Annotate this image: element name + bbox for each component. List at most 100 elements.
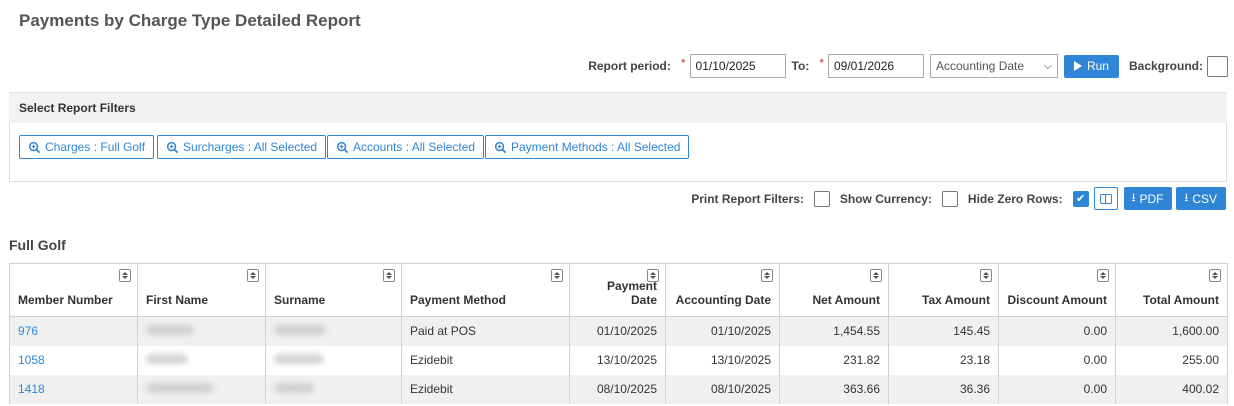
- date-type-select[interactable]: Accounting Date ⌵: [929, 54, 1058, 78]
- col-label: Accounting Date: [675, 293, 771, 307]
- chevron-down-icon: ⌵: [1043, 59, 1052, 72]
- redacted-surname: [274, 325, 326, 336]
- discount-amount-cell: 0.00: [998, 345, 1116, 375]
- filter-surcharges-label: Surcharges : All Selected: [183, 140, 318, 154]
- run-button[interactable]: Run: [1063, 54, 1119, 78]
- show-currency-label: Show Currency:: [839, 191, 932, 206]
- pdf-label: PDF: [1139, 191, 1164, 206]
- payment-method-cell: Ezidebit: [401, 345, 570, 375]
- surname-cell: [265, 374, 402, 404]
- hide-zero-checkbox[interactable]: ✔: [1072, 190, 1089, 207]
- discount-amount-cell: 0.00: [998, 316, 1116, 346]
- download-icon: ⭳: [1131, 192, 1136, 204]
- surname-cell: [265, 345, 402, 375]
- required-marker: *: [819, 56, 824, 70]
- total-amount-cell: 255.00: [1115, 345, 1228, 375]
- net-amount-cell: 1,454.55: [779, 316, 889, 346]
- filter-charges-button[interactable]: Charges : Full Golf: [19, 135, 155, 159]
- sort-icon[interactable]: [551, 269, 563, 282]
- member-number-cell: 1418: [9, 374, 138, 404]
- payment-method-cell: Ezidebit: [401, 374, 570, 404]
- member-link[interactable]: 1418: [18, 382, 45, 396]
- accounting-date-cell: 08/10/2025: [665, 374, 780, 404]
- col-net-amount[interactable]: Net Amount: [779, 263, 889, 317]
- col-payment-date[interactable]: Payment Date: [569, 263, 666, 317]
- redacted-surname: [274, 354, 324, 364]
- payments-table: Member Number First Name Surname Payment…: [9, 263, 1228, 404]
- report-period-bar: Report period: * To: * Accounting Date ⌵…: [588, 54, 1228, 78]
- sort-icon[interactable]: [1097, 269, 1109, 282]
- pdf-button[interactable]: ⭳ PDF: [1123, 187, 1173, 210]
- required-marker: *: [680, 56, 686, 70]
- show-currency-checkbox[interactable]: [941, 190, 958, 207]
- filter-accounts-button[interactable]: Accounts : All Selected: [327, 135, 485, 159]
- search-plus-icon: [28, 141, 41, 153]
- background-checkbox[interactable]: [1207, 55, 1228, 77]
- col-label: Net Amount: [812, 293, 880, 307]
- redacted-first-name: [146, 325, 194, 336]
- csv-button[interactable]: ⭳ CSV: [1176, 187, 1226, 210]
- member-number-cell: 976: [9, 316, 138, 346]
- net-amount-cell: 231.82: [779, 345, 889, 375]
- col-accounting-date[interactable]: Accounting Date: [665, 263, 780, 317]
- search-plus-icon: [336, 141, 349, 153]
- col-tax-amount[interactable]: Tax Amount: [888, 263, 999, 317]
- col-label: Discount Amount: [1007, 293, 1107, 307]
- sort-icon[interactable]: [383, 269, 395, 282]
- period-from-input[interactable]: [689, 54, 786, 78]
- columns-button[interactable]: [1093, 187, 1118, 210]
- payment-date-cell: 13/10/2025: [569, 345, 666, 375]
- col-member-number[interactable]: Member Number: [9, 263, 138, 317]
- play-icon: [1073, 61, 1082, 71]
- payment-method-cell: Paid at POS: [401, 316, 570, 346]
- filter-charges-label: Charges : Full Golf: [45, 140, 146, 154]
- sort-icon[interactable]: [647, 269, 659, 282]
- section-title: Full Golf: [9, 237, 66, 253]
- col-label: Member Number: [18, 293, 113, 307]
- sort-icon[interactable]: [247, 269, 259, 282]
- table-row: 976 Paid at POS 01/10/2025 01/10/2025 1,…: [9, 316, 1228, 346]
- check-icon: ✔: [1075, 193, 1086, 205]
- col-label: Tax Amount: [922, 293, 990, 307]
- redacted-surname: [274, 383, 314, 393]
- run-label: Run: [1086, 59, 1109, 73]
- print-filters-label: Print Report Filters:: [691, 191, 804, 206]
- sort-icon[interactable]: [870, 269, 882, 282]
- col-surname[interactable]: Surname: [265, 263, 402, 317]
- period-to-input[interactable]: [827, 54, 924, 78]
- filter-payment-methods-button[interactable]: Payment Methods : All Selected: [485, 135, 690, 159]
- filter-surcharges-button[interactable]: Surcharges : All Selected: [157, 135, 327, 159]
- table-row: 1058 Ezidebit 13/10/2025 13/10/2025 231.…: [9, 345, 1228, 375]
- tax-amount-cell: 145.45: [888, 316, 999, 346]
- col-label: Payment Date: [606, 279, 657, 307]
- download-icon: ⭳: [1184, 192, 1189, 204]
- print-filters-checkbox[interactable]: [813, 190, 830, 207]
- col-label: Surname: [274, 293, 326, 307]
- member-link[interactable]: 1058: [18, 353, 45, 367]
- columns-icon: [1099, 193, 1112, 204]
- csv-label: CSV: [1192, 191, 1217, 206]
- background-label: Background:: [1128, 59, 1203, 73]
- col-total-amount[interactable]: Total Amount: [1115, 263, 1228, 317]
- col-first-name[interactable]: First Name: [137, 263, 266, 317]
- table-header-row: Member Number First Name Surname Payment…: [9, 263, 1228, 317]
- sort-icon[interactable]: [761, 269, 773, 282]
- total-amount-cell: 1,600.00: [1115, 316, 1228, 346]
- report-period-label: Report period:: [588, 59, 671, 73]
- col-discount-amount[interactable]: Discount Amount: [998, 263, 1116, 317]
- total-amount-cell: 400.02: [1115, 374, 1228, 404]
- member-number-cell: 1058: [9, 345, 138, 375]
- first-name-cell: [137, 345, 266, 375]
- search-plus-icon: [166, 141, 179, 153]
- page-title: Payments by Charge Type Detailed Report: [19, 11, 361, 30]
- filters-panel: Charges : Full Golf Surcharges : All Sel…: [9, 123, 1227, 182]
- surname-cell: [265, 316, 402, 346]
- col-label: Payment Method: [410, 293, 507, 307]
- table-row: 1418 Ezidebit 08/10/2025 08/10/2025 363.…: [9, 374, 1228, 404]
- member-link[interactable]: 976: [18, 324, 38, 338]
- sort-icon[interactable]: [980, 269, 992, 282]
- sort-icon[interactable]: [1209, 269, 1221, 282]
- redacted-first-name: [146, 383, 214, 393]
- col-payment-method[interactable]: Payment Method: [401, 263, 570, 317]
- sort-icon[interactable]: [119, 269, 131, 282]
